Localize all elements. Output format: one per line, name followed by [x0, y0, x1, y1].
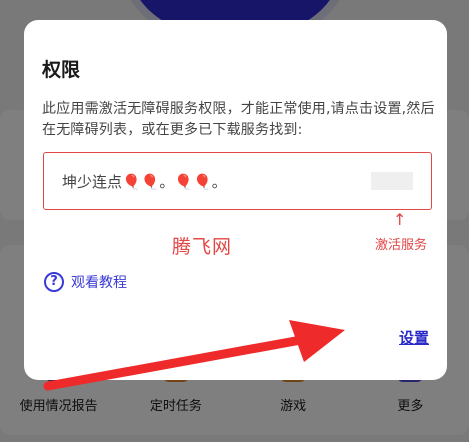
activate-service-hint: 激活服务: [375, 238, 428, 253]
dialog-title: 权限: [42, 59, 81, 81]
watermark-text: 腾飞网: [172, 236, 233, 258]
service-name: 坤少连点🎈🎈。🎈🎈。: [62, 173, 227, 191]
service-entry-box: 坤少连点🎈🎈。🎈🎈。: [43, 152, 432, 210]
toggle-placeholder: [371, 172, 413, 190]
permission-dialog: 权限 此应用需激活无障碍服务权限，才能正常使用,请点击设置,然后在无障碍列表，或…: [24, 20, 447, 380]
help-circle-icon: ?: [44, 272, 64, 292]
dialog-message: 此应用需激活无障碍服务权限，才能正常使用,请点击设置,然后在无障碍列表，或在更多…: [42, 101, 435, 138]
tutorial-label: 观看教程: [71, 275, 127, 291]
up-arrow-icon: ↑: [393, 210, 407, 229]
settings-button[interactable]: 设置: [399, 327, 429, 348]
watch-tutorial-link[interactable]: ? 观看教程: [44, 272, 127, 292]
